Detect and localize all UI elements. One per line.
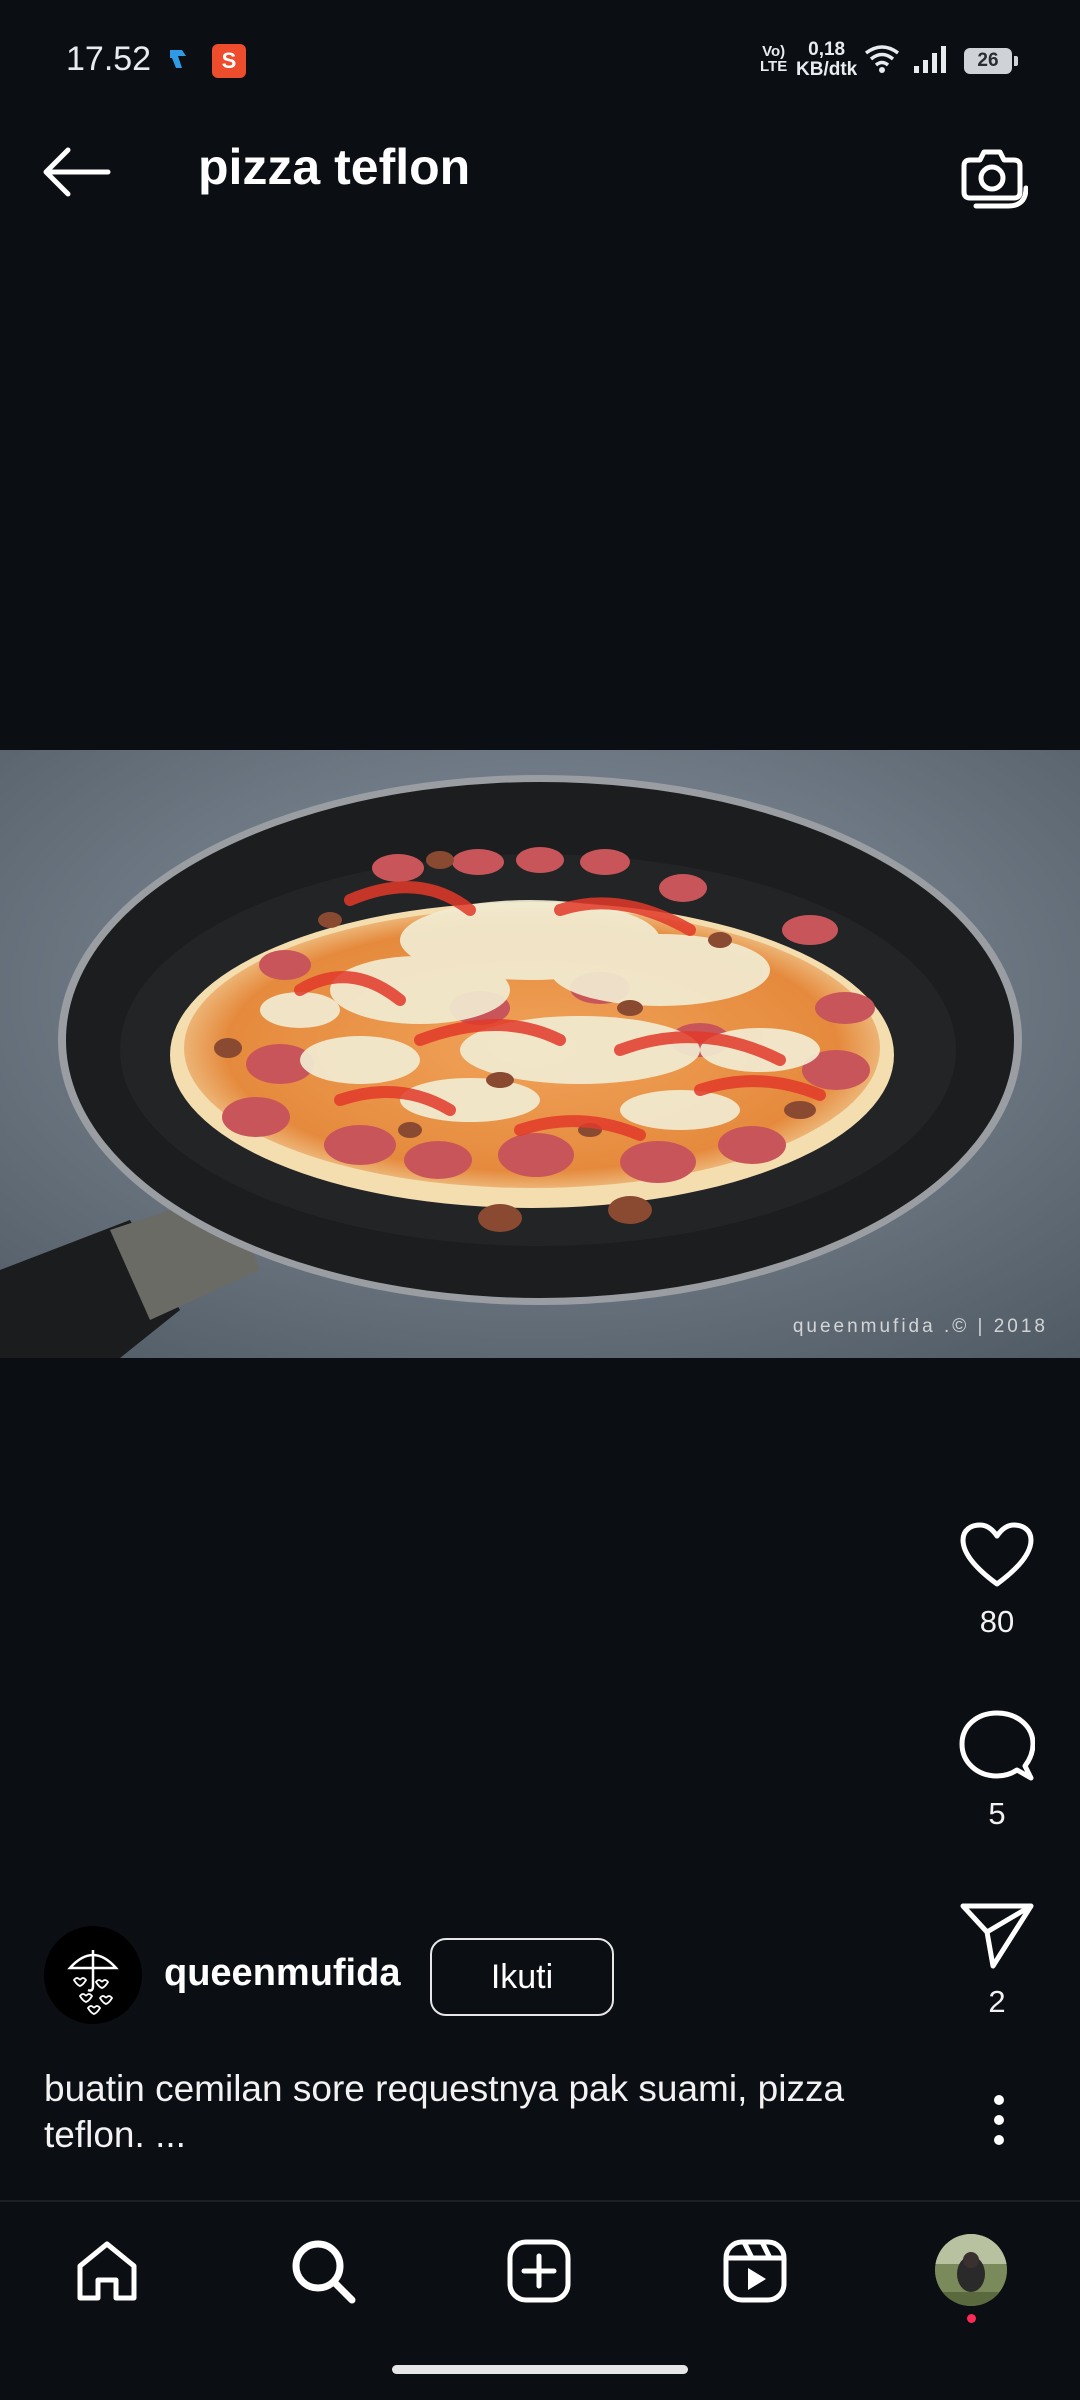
comment-action: 5 (950, 1710, 1044, 1832)
status-bar: 17.52 S Vo) LTE 0,18 KB/dtk 26 (0, 0, 1080, 92)
bottom-nav (0, 2200, 1080, 2332)
author-avatar[interactable] (44, 1926, 142, 2024)
reels-icon[interactable] (720, 2236, 790, 2306)
umbrella-logo-icon (67, 1950, 119, 2015)
heart-icon[interactable] (959, 1522, 1035, 1590)
author-username[interactable]: queenmufida (164, 1952, 400, 1995)
comment-icon[interactable] (959, 1710, 1035, 1782)
notification-dot (967, 2314, 976, 2323)
add-post-icon[interactable] (504, 2236, 574, 2306)
share-count: 2 (988, 1984, 1006, 2019)
page-title: pizza teflon (198, 139, 471, 195)
lte-label: LTE (760, 58, 788, 75)
image-watermark: queenmufida .© | 2018 (792, 1316, 1048, 1337)
more-options-icon[interactable] (976, 2090, 1022, 2150)
speed-unit: KB/dtk (796, 59, 858, 80)
comment-count: 5 (988, 1796, 1006, 1831)
speed-value: 0,18 (808, 39, 846, 60)
share-action: 2 (950, 1900, 1044, 2020)
like-action: 80 (950, 1522, 1044, 1640)
status-time: 17.52 (66, 40, 152, 78)
pizza-photo (0, 750, 1080, 1358)
send-icon[interactable] (959, 1900, 1035, 1970)
post-image[interactable]: queenmufida .© | 2018 (0, 750, 1080, 1358)
home-indicator[interactable] (392, 2365, 688, 2374)
like-count: 80 (979, 1604, 1015, 1639)
camera-icon[interactable] (956, 140, 1028, 212)
arrow-left-icon[interactable] (38, 144, 114, 200)
profile-avatar[interactable] (935, 2234, 1007, 2306)
wifi-icon (864, 45, 900, 73)
follow-button[interactable]: Ikuti (430, 1938, 614, 2016)
profile-photo (935, 2234, 1007, 2306)
volte-indicator: Vo) LTE (760, 44, 787, 74)
signal-icon (914, 46, 946, 73)
shopee-notification-icon: S (212, 44, 246, 78)
volte-label: Vo) (762, 43, 786, 60)
header: pizza teflon (0, 120, 1080, 220)
search-icon[interactable] (288, 2236, 358, 2306)
app-notification-icon (170, 50, 186, 68)
battery-icon: 26 (964, 48, 1018, 74)
network-speed: 0,18 KB/dtk (796, 40, 857, 80)
home-icon[interactable] (72, 2236, 142, 2306)
post-caption[interactable]: buatin cemilan sore requestnya pak suami… (44, 2066, 924, 2158)
